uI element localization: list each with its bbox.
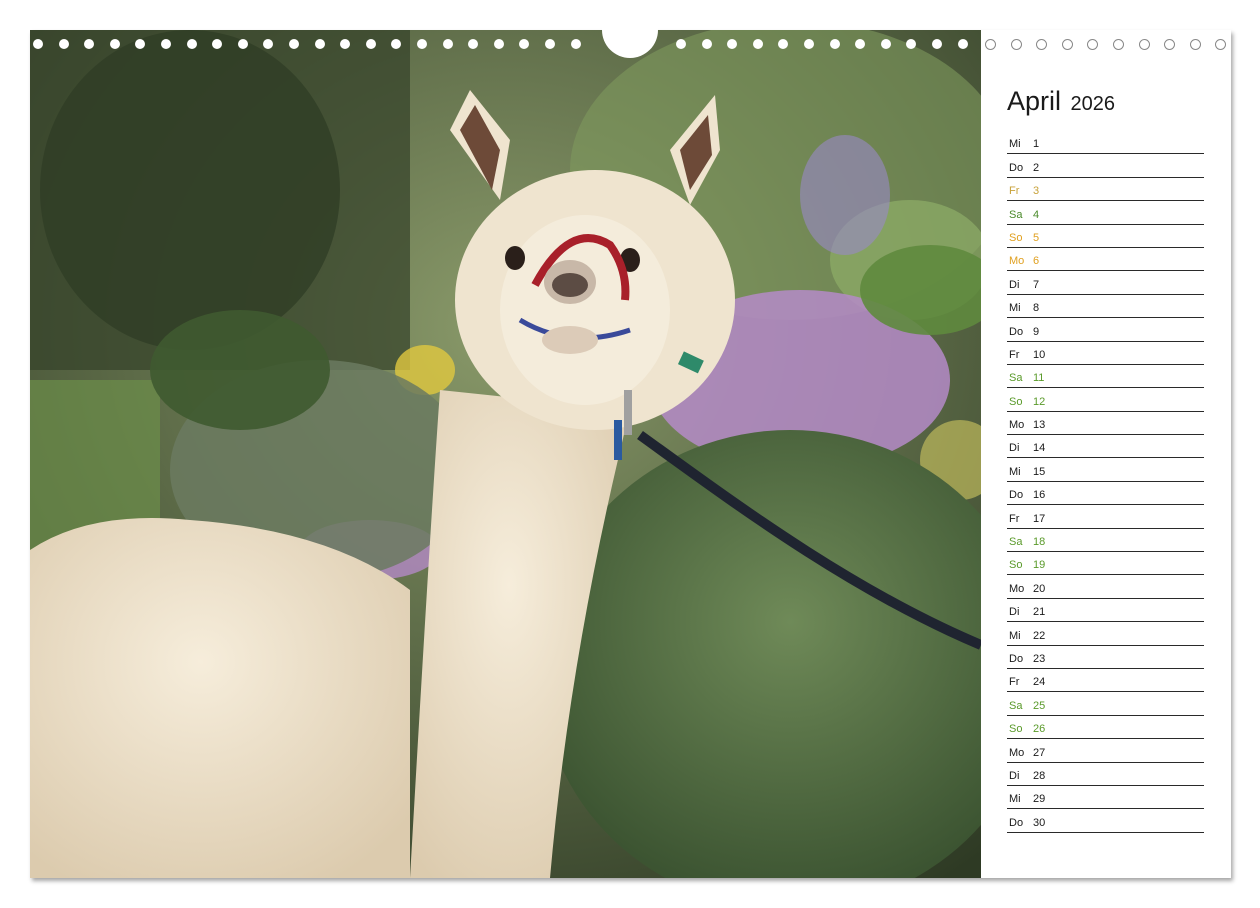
weekday-label: Di — [1009, 442, 1020, 455]
calendar-panel: April 2026 Mi 1 Do 2 Fr 3 Sa 4 So 5 Mo 6 Di 7 Mi 8 Do 9 Fr… — [981, 30, 1231, 878]
day-row: Fr 17 — [1007, 506, 1204, 529]
day-number: 23 — [1033, 652, 1046, 665]
day-row: Sa 11 — [1007, 366, 1204, 389]
day-row: Mi 8 — [1007, 296, 1204, 319]
day-number: 10 — [1033, 348, 1046, 361]
weekday-label: Do — [1009, 652, 1024, 665]
month-name: April — [1007, 86, 1062, 116]
day-row: So 19 — [1007, 553, 1204, 576]
day-number: 27 — [1033, 746, 1046, 759]
day-row: Mi 22 — [1007, 623, 1204, 646]
day-row: Di 28 — [1007, 764, 1204, 786]
weekday-label: Do — [1009, 816, 1024, 829]
day-number: 2 — [1033, 161, 1040, 174]
day-number: 29 — [1033, 793, 1046, 806]
day-row: Mi 15 — [1007, 459, 1204, 482]
day-row: Do 2 — [1007, 155, 1204, 178]
day-row: Do 23 — [1007, 647, 1204, 669]
day-number: 3 — [1033, 185, 1040, 198]
day-number: 15 — [1033, 465, 1046, 478]
day-number: 19 — [1033, 559, 1046, 572]
weekday-label: Sa — [1009, 372, 1023, 385]
day-row: Sa 25 — [1007, 693, 1204, 716]
weekday-label: Mi — [1009, 793, 1021, 806]
day-number: 17 — [1033, 512, 1046, 525]
weekday-label: Di — [1009, 769, 1020, 782]
day-row: Do 30 — [1007, 810, 1204, 833]
day-row: Fr 3 — [1007, 179, 1204, 202]
day-row: Di 14 — [1007, 436, 1204, 459]
weekday-label: Mo — [1009, 582, 1025, 595]
day-number: 21 — [1033, 606, 1046, 619]
day-row: So 5 — [1007, 226, 1204, 248]
weekday-label: Do — [1009, 325, 1024, 338]
weekday-label: Di — [1009, 606, 1020, 619]
weekday-label: Do — [1009, 489, 1024, 502]
weekday-label: Mo — [1009, 255, 1025, 268]
day-list: Mi 1 Do 2 Fr 3 Sa 4 So 5 Mo 6 Di 7 Mi 8 Do 9 Fr 10 Sa 11 So 12 M… — [1007, 132, 1204, 833]
day-row: Mi 29 — [1007, 787, 1204, 810]
weekday-label: So — [1009, 231, 1023, 244]
day-row: Sa 4 — [1007, 202, 1204, 225]
day-number: 9 — [1033, 325, 1040, 338]
weekday-label: So — [1009, 723, 1023, 736]
day-number: 16 — [1033, 489, 1046, 502]
day-row: Sa 18 — [1007, 530, 1204, 553]
day-number: 4 — [1033, 208, 1040, 221]
day-number: 20 — [1033, 582, 1046, 595]
day-number: 28 — [1033, 769, 1046, 782]
day-number: 18 — [1033, 536, 1046, 549]
weekday-label: Fr — [1009, 185, 1020, 198]
day-row: Mi 1 — [1007, 132, 1204, 155]
day-row: So 12 — [1007, 389, 1204, 412]
day-number: 6 — [1033, 255, 1040, 268]
month-title: April 2026 — [1007, 86, 1115, 117]
year: 2026 — [1070, 93, 1116, 115]
weekday-label: Di — [1009, 278, 1020, 291]
day-row: Mo 13 — [1007, 413, 1204, 436]
alpaca-illustration — [30, 30, 981, 878]
day-row: Do 9 — [1007, 319, 1204, 342]
day-number: 13 — [1033, 419, 1046, 432]
weekday-label: Sa — [1009, 536, 1023, 549]
weekday-label: Mi — [1009, 629, 1021, 642]
day-row: Di 21 — [1007, 600, 1204, 623]
weekday-label: Mo — [1009, 746, 1025, 759]
day-row: Do 16 — [1007, 483, 1204, 506]
day-row: Fr 24 — [1007, 670, 1204, 693]
weekday-label: Mo — [1009, 419, 1025, 432]
day-row: Mo 27 — [1007, 740, 1204, 763]
day-number: 7 — [1033, 278, 1040, 291]
day-row: Di 7 — [1007, 272, 1204, 295]
day-number: 12 — [1033, 395, 1046, 408]
weekday-label: Mi — [1009, 465, 1021, 478]
day-row: Mo 20 — [1007, 576, 1204, 599]
day-number: 11 — [1033, 372, 1045, 385]
day-number: 25 — [1033, 699, 1046, 712]
weekday-label: Mi — [1009, 138, 1021, 151]
weekday-label: So — [1009, 395, 1023, 408]
day-row: Fr 10 — [1007, 343, 1204, 365]
weekday-label: Do — [1009, 161, 1024, 174]
weekday-label: Fr — [1009, 348, 1020, 361]
day-number: 30 — [1033, 816, 1046, 829]
weekday-label: Sa — [1009, 208, 1023, 221]
day-row: Mo 6 — [1007, 249, 1204, 272]
day-number: 14 — [1033, 442, 1046, 455]
weekday-label: Mi — [1009, 302, 1021, 315]
day-number: 5 — [1033, 231, 1040, 244]
day-number: 24 — [1033, 676, 1046, 689]
day-number: 1 — [1033, 138, 1040, 151]
day-row: So 26 — [1007, 717, 1204, 740]
alpaca-photo — [30, 30, 981, 878]
weekday-label: Fr — [1009, 676, 1020, 689]
weekday-label: Sa — [1009, 699, 1023, 712]
calendar-page: April 2026 Mi 1 Do 2 Fr 3 Sa 4 So 5 Mo 6 Di 7 Mi 8 Do 9 Fr… — [30, 30, 1231, 878]
weekday-label: So — [1009, 559, 1023, 572]
day-number: 8 — [1033, 302, 1040, 315]
day-number: 22 — [1033, 629, 1046, 642]
day-number: 26 — [1033, 723, 1046, 736]
weekday-label: Fr — [1009, 512, 1020, 525]
